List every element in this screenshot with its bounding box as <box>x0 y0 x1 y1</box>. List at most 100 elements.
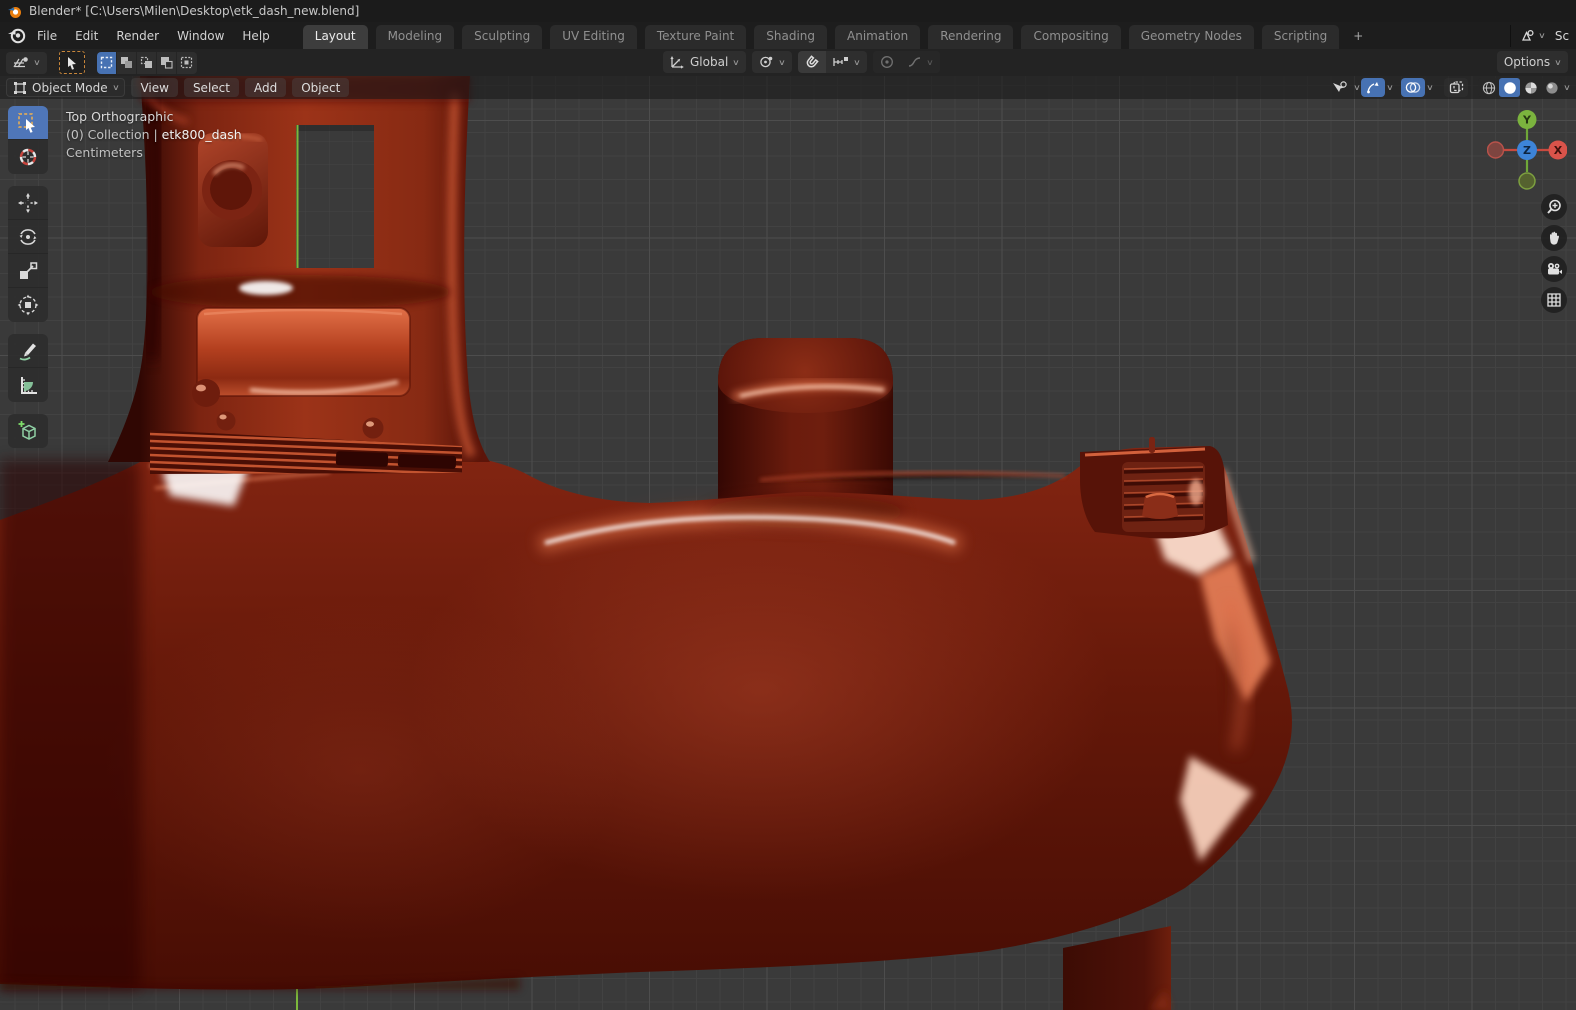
title-bar: Blender* [C:\Users\Milen\Desktop\etk_das… <box>0 0 1576 22</box>
annotate-pen-icon <box>19 343 36 360</box>
svg-text:Y: Y <box>1522 114 1532 127</box>
tab-sculpting[interactable]: Sculpting <box>462 25 543 49</box>
pan-button[interactable] <box>1541 225 1567 251</box>
gizmo-axis-neg-x[interactable] <box>1487 141 1505 159</box>
model-bottom-right-panel[interactable] <box>1063 926 1171 1010</box>
viewport-scene-3d-model[interactable] <box>0 76 1576 1010</box>
snap-toggle-button[interactable] <box>798 51 826 73</box>
camera-view-button[interactable] <box>1541 256 1567 282</box>
menu-render[interactable]: Render <box>107 25 168 47</box>
xray-icon <box>1449 81 1463 94</box>
xray-toggle[interactable] <box>1444 78 1469 97</box>
select-invert-icon <box>160 57 173 69</box>
gizmo-axis-neg-y[interactable] <box>1518 172 1536 190</box>
window-title: Blender* [C:\Users\Milen\Desktop\etk_das… <box>29 4 360 18</box>
chevron-down-icon[interactable]: ∨ <box>1353 83 1361 92</box>
console-opening <box>296 125 374 268</box>
gizmos-toggle[interactable] <box>1361 78 1386 97</box>
tab-compositing[interactable]: Compositing <box>1021 25 1121 49</box>
select-mode-new-button[interactable] <box>96 51 117 74</box>
shading-solid-button[interactable] <box>1499 78 1521 97</box>
tool-move[interactable] <box>8 186 48 220</box>
chevron-down-icon: ∨ <box>1554 57 1562 67</box>
top-menu-bar: File Edit Render Window Help Layout Mode… <box>0 22 1576 49</box>
editor-type-dropdown[interactable]: ∨ <box>6 51 47 74</box>
proportional-falloff-dropdown[interactable]: ∨ <box>900 51 940 73</box>
proportional-edit-toggle[interactable] <box>872 51 901 73</box>
tab-layout[interactable]: Layout <box>302 25 368 49</box>
gizmo-icon <box>1367 82 1379 94</box>
add-workspace-tab[interactable]: + <box>1347 25 1369 49</box>
menu-help[interactable]: Help <box>233 25 278 47</box>
select-intersect-icon <box>181 56 193 69</box>
shading-mode-group <box>1478 78 1563 97</box>
select-mode-group <box>96 51 197 74</box>
active-tool-indicator[interactable] <box>58 51 85 74</box>
select-mode-extend-button[interactable] <box>116 51 137 74</box>
tool-rotate[interactable] <box>8 220 48 254</box>
shading-material-button[interactable] <box>1520 78 1541 97</box>
gizmo-axis-y[interactable]: Y <box>1517 110 1537 129</box>
overlays-toggle[interactable] <box>1401 78 1426 97</box>
viewport-menu-view[interactable]: View <box>131 78 178 97</box>
blender-window: Blender* [C:\Users\Milen\Desktop\etk_das… <box>0 0 1576 1010</box>
shading-wireframe-button[interactable] <box>1478 78 1499 97</box>
tool-measure[interactable] <box>8 368 48 402</box>
menu-file[interactable]: File <box>28 25 66 47</box>
blender-menu-logo-icon[interactable] <box>6 25 28 47</box>
zoom-button[interactable] <box>1541 194 1567 220</box>
select-mode-invert-button[interactable] <box>156 51 177 74</box>
view-name-label: Top Orthographic <box>66 109 174 124</box>
chevron-down-icon[interactable]: ∨ <box>1563 83 1571 92</box>
chevron-down-icon[interactable]: ∨ <box>1387 83 1395 92</box>
object-visibility-dropdown[interactable] <box>1328 78 1352 97</box>
shading-rendered-button[interactable] <box>1541 78 1562 97</box>
transform-icon <box>17 294 39 316</box>
tab-texture-paint[interactable]: Texture Paint <box>644 25 747 49</box>
measure-icon <box>21 377 37 394</box>
tab-animation[interactable]: Animation <box>835 25 921 49</box>
tab-uv-editing[interactable]: UV Editing <box>550 25 637 49</box>
orientation-axes-icon <box>670 56 684 69</box>
menu-window[interactable]: Window <box>168 25 233 47</box>
pivot-point-dropdown[interactable]: ∨ <box>752 51 792 73</box>
3d-cursor-icon <box>19 148 37 166</box>
3d-viewport[interactable]: Object Mode ∨ View Select Add Object ∨ ∨… <box>0 76 1576 1010</box>
transform-orientation-dropdown[interactable]: Global ∨ <box>663 51 747 73</box>
tool-annotate[interactable] <box>8 334 48 368</box>
hand-icon <box>1549 231 1559 245</box>
navigation-gizmo[interactable]: Y X Z <box>1487 110 1567 190</box>
viewport-menu-object[interactable]: Object <box>292 78 350 97</box>
wireframe-icon <box>1482 81 1495 94</box>
tab-geometry-nodes[interactable]: Geometry Nodes <box>1128 25 1254 49</box>
snap-settings-dropdown[interactable]: ∨ <box>826 51 867 73</box>
select-new-icon <box>100 56 113 69</box>
viewport-menu-add[interactable]: Add <box>244 78 287 97</box>
tab-shading[interactable]: Shading <box>754 25 827 49</box>
viewport-header: Object Mode ∨ View Select Add Object ∨ ∨… <box>0 76 1576 99</box>
select-mode-intersect-button[interactable] <box>176 51 197 74</box>
toggle-view-button[interactable] <box>1541 287 1567 313</box>
tab-modeling[interactable]: Modeling <box>375 25 455 49</box>
gizmo-axis-z[interactable]: Z <box>1517 140 1537 160</box>
tab-rendering[interactable]: Rendering <box>928 25 1014 49</box>
gizmo-axis-x[interactable]: X <box>1548 140 1568 160</box>
model-right-vent[interactable] <box>1080 437 1228 539</box>
tool-select-box[interactable] <box>8 106 48 140</box>
menu-edit[interactable]: Edit <box>66 25 107 47</box>
mode-dropdown[interactable]: Object Mode ∨ <box>6 78 126 97</box>
pivot-point-icon <box>760 56 773 68</box>
tool-scale[interactable] <box>8 254 48 288</box>
chevron-down-icon: ∨ <box>33 58 41 67</box>
viewport-menu-select[interactable]: Select <box>183 78 239 97</box>
rendered-shading-icon <box>1546 81 1558 94</box>
tool-add-cube[interactable] <box>8 414 48 448</box>
tool-cursor[interactable] <box>8 140 48 174</box>
collection-object-label: (0) Collection | etk800_dash <box>66 127 242 142</box>
scene-selector[interactable]: ∨ Sc <box>1510 24 1576 47</box>
tool-transform[interactable] <box>8 288 48 322</box>
chevron-down-icon[interactable]: ∨ <box>1426 83 1434 92</box>
tab-scripting[interactable]: Scripting <box>1261 25 1340 49</box>
select-mode-subtract-button[interactable] <box>136 51 157 74</box>
options-dropdown[interactable]: Options ∨ <box>1496 51 1568 73</box>
